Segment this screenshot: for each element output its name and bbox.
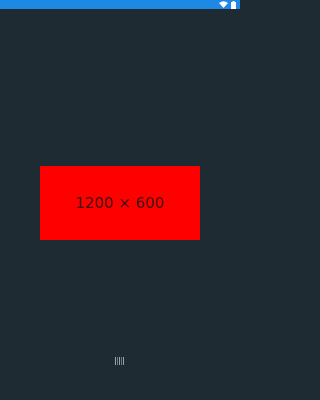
pager-bar [115, 357, 116, 365]
pager-bar [117, 357, 118, 365]
pager-bar [121, 357, 122, 365]
battery-icon [231, 0, 236, 9]
image-placeholder-label: 1200 × 600 [75, 194, 165, 212]
pager-bar [123, 357, 124, 365]
image-placeholder: 1200 × 600 [40, 166, 200, 240]
status-bar [0, 0, 240, 9]
status-icons [219, 0, 236, 9]
pager-indicator-icon[interactable] [115, 357, 125, 365]
app-screen: 1200 × 600 [0, 0, 240, 400]
wifi-icon [219, 1, 228, 8]
pager-bar [119, 357, 120, 365]
